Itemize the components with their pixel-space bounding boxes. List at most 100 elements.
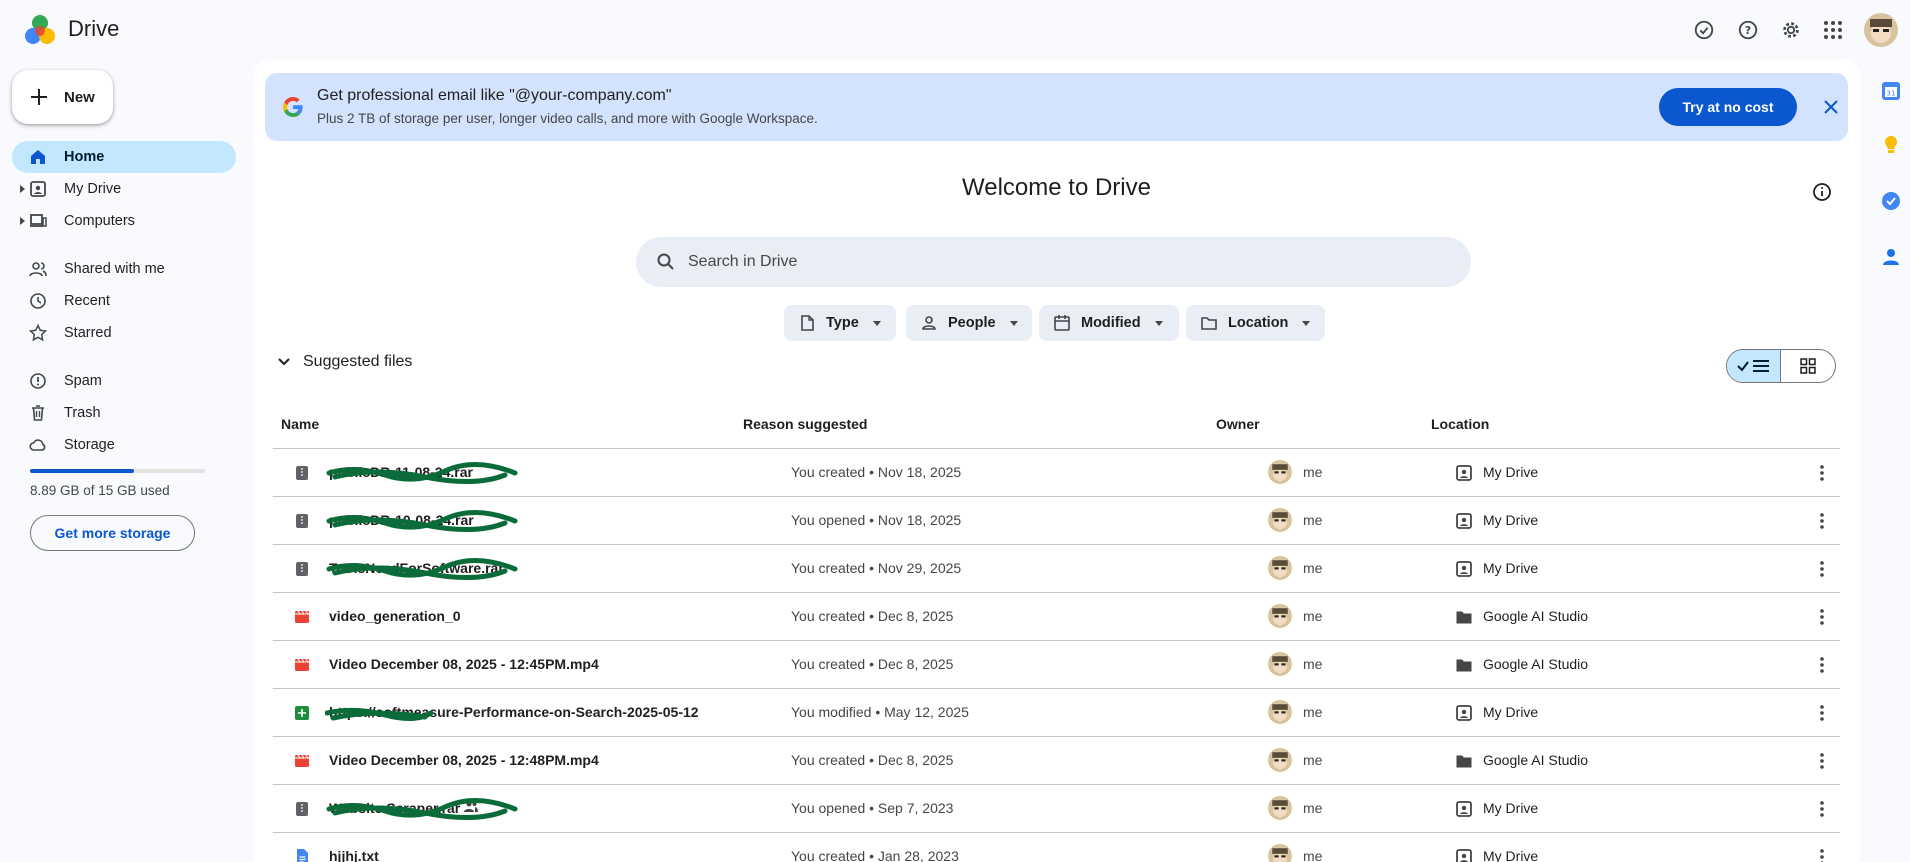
more-actions-icon[interactable] <box>1812 655 1832 675</box>
table-header: Name Reason suggested Owner Location <box>273 403 1840 449</box>
close-icon[interactable] <box>1821 97 1841 117</box>
offline-status-icon[interactable] <box>1689 15 1719 45</box>
sidebar-item-label: Starred <box>64 325 112 341</box>
more-actions-icon[interactable] <box>1812 847 1832 862</box>
more-actions-icon[interactable] <box>1812 559 1832 579</box>
try-at-no-cost-button[interactable]: Try at no cost <box>1659 88 1797 126</box>
help-icon[interactable]: ? <box>1733 15 1763 45</box>
column-header-name[interactable]: Name <box>281 416 319 432</box>
filter-location-chip[interactable]: Location <box>1186 305 1325 341</box>
get-more-storage-button[interactable]: Get more storage <box>30 515 195 551</box>
settings-gear-icon[interactable] <box>1776 15 1806 45</box>
calendar-app-icon[interactable]: 31 <box>1880 80 1902 102</box>
person-icon <box>922 316 936 330</box>
file-row[interactable]: publicDB-10-08-24.rar You opened • Nov 18… <box>273 497 1840 545</box>
grid-view-button[interactable] <box>1781 350 1835 382</box>
filter-label: Location <box>1228 315 1289 331</box>
promo-title: Get professional email like "@your-compa… <box>317 87 672 104</box>
sidebar-item-recent[interactable]: Recent <box>12 285 236 317</box>
new-button[interactable]: New <box>12 70 113 124</box>
file-row[interactable]: Video December 08, 2025 - 12:45PM.mp4 You… <box>273 641 1840 689</box>
owner-avatar <box>1268 508 1292 532</box>
file-location[interactable]: Google AI Studio <box>1483 752 1588 768</box>
file-row[interactable]: ToolsNeedForSoftware.rar You created • No… <box>273 545 1840 593</box>
owner-avatar <box>1268 796 1292 820</box>
account-avatar[interactable] <box>1864 13 1898 47</box>
file-row[interactable]: video_generation_0 You created • Dec 8, 2… <box>273 593 1840 641</box>
file-location[interactable]: My Drive <box>1483 800 1538 816</box>
sidebar-item-computers[interactable]: Computers <box>12 205 236 237</box>
owner-name: me <box>1303 800 1323 816</box>
file-location[interactable]: Google AI Studio <box>1483 656 1588 672</box>
app-title[interactable]: Drive <box>68 16 119 42</box>
reason-suggested: You created • Nov 29, 2025 <box>791 560 962 576</box>
file-name[interactable]: Video December 08, 2025 - 12:45PM.mp4 <box>329 656 599 672</box>
file-location[interactable]: My Drive <box>1483 704 1538 720</box>
folder-icon <box>1455 752 1473 770</box>
more-actions-icon[interactable] <box>1812 751 1832 771</box>
computers-icon <box>30 214 47 227</box>
file-location[interactable]: My Drive <box>1483 464 1538 480</box>
sidebar-item-trash[interactable]: Trash <box>12 397 236 429</box>
tasks-app-icon[interactable] <box>1880 190 1902 212</box>
more-actions-icon[interactable] <box>1812 607 1832 627</box>
file-name[interactable]: hjjhj.txt <box>329 848 379 862</box>
keep-app-icon[interactable] <box>1880 134 1902 156</box>
column-header-location: Location <box>1431 416 1490 432</box>
sidebar-item-my-drive[interactable]: My Drive <box>12 173 236 205</box>
redaction-scribble <box>326 461 518 484</box>
sidebar-item-spam[interactable]: Spam <box>12 365 236 397</box>
file-name[interactable]: Video December 08, 2025 - 12:48PM.mp4 <box>329 752 599 768</box>
file-location[interactable]: My Drive <box>1483 512 1538 528</box>
folder-icon <box>1455 656 1473 674</box>
suggested-files-header[interactable]: Suggested files <box>275 353 412 371</box>
column-header-reason: Reason suggested <box>743 416 868 432</box>
file-row[interactable]: hjjhj.txt You created • Jan 28, 2023 me My … <box>273 833 1840 862</box>
sidebar-item-starred[interactable]: Starred <box>12 317 236 349</box>
file-row[interactable]: https://softmeasure-Performance-on-Searc… <box>273 689 1840 737</box>
archive-file-icon <box>293 464 311 482</box>
file-row[interactable]: Video December 08, 2025 - 12:48PM.mp4 You… <box>273 737 1840 785</box>
promo-subtitle: Plus 2 TB of storage per user, longer vi… <box>317 111 818 126</box>
storage-progress-fill <box>30 469 134 473</box>
search-input[interactable] <box>688 237 1448 287</box>
sidebar-item-label: Shared with me <box>64 261 165 277</box>
file-name[interactable]: video_generation_0 <box>329 608 461 624</box>
owner-avatar <box>1268 844 1292 862</box>
list-view-button[interactable] <box>1727 350 1782 382</box>
search-icon[interactable] <box>656 252 676 272</box>
file-row[interactable]: Website Scraper.rar You opened • Sep 7, 2… <box>273 785 1840 833</box>
file-location[interactable]: Google AI Studio <box>1483 608 1588 624</box>
owner-name: me <box>1303 464 1323 480</box>
more-actions-icon[interactable] <box>1812 799 1832 819</box>
file-row[interactable]: publicDB-11-08-24.rar You created • Nov 1… <box>273 449 1840 497</box>
expand-caret-icon[interactable] <box>20 185 25 193</box>
expand-caret-icon[interactable] <box>20 217 25 225</box>
file-location[interactable]: My Drive <box>1483 848 1538 862</box>
info-icon[interactable] <box>1811 181 1833 203</box>
more-actions-icon[interactable] <box>1812 463 1832 483</box>
sidebar-item-storage[interactable]: Storage <box>12 429 236 461</box>
spam-icon <box>30 373 46 389</box>
plus-icon <box>31 89 47 105</box>
cloud-icon <box>29 439 46 451</box>
reason-suggested: You opened • Nov 18, 2025 <box>791 512 962 528</box>
sidebar-item-home[interactable]: Home <box>12 141 236 173</box>
top-bar: Drive ? <box>0 0 1910 60</box>
reason-suggested: You created • Nov 18, 2025 <box>791 464 962 480</box>
apps-grid-icon[interactable] <box>1818 15 1848 45</box>
sidebar-item-shared-with-me[interactable]: Shared with me <box>12 253 236 285</box>
contacts-app-icon[interactable] <box>1880 246 1902 268</box>
chevron-down-icon[interactable] <box>275 353 293 371</box>
search-bar <box>636 237 1471 287</box>
owner-name: me <box>1303 848 1323 862</box>
filter-people-chip[interactable]: People <box>906 305 1032 341</box>
file-location[interactable]: My Drive <box>1483 560 1538 576</box>
drive-logo-icon[interactable] <box>22 12 58 48</box>
more-actions-icon[interactable] <box>1812 703 1832 723</box>
more-actions-icon[interactable] <box>1812 511 1832 531</box>
reason-suggested: You modified • May 12, 2025 <box>791 704 969 720</box>
filter-type-chip[interactable]: Type <box>784 305 896 341</box>
redaction-scribble <box>326 557 518 580</box>
filter-modified-chip[interactable]: Modified <box>1039 305 1179 341</box>
